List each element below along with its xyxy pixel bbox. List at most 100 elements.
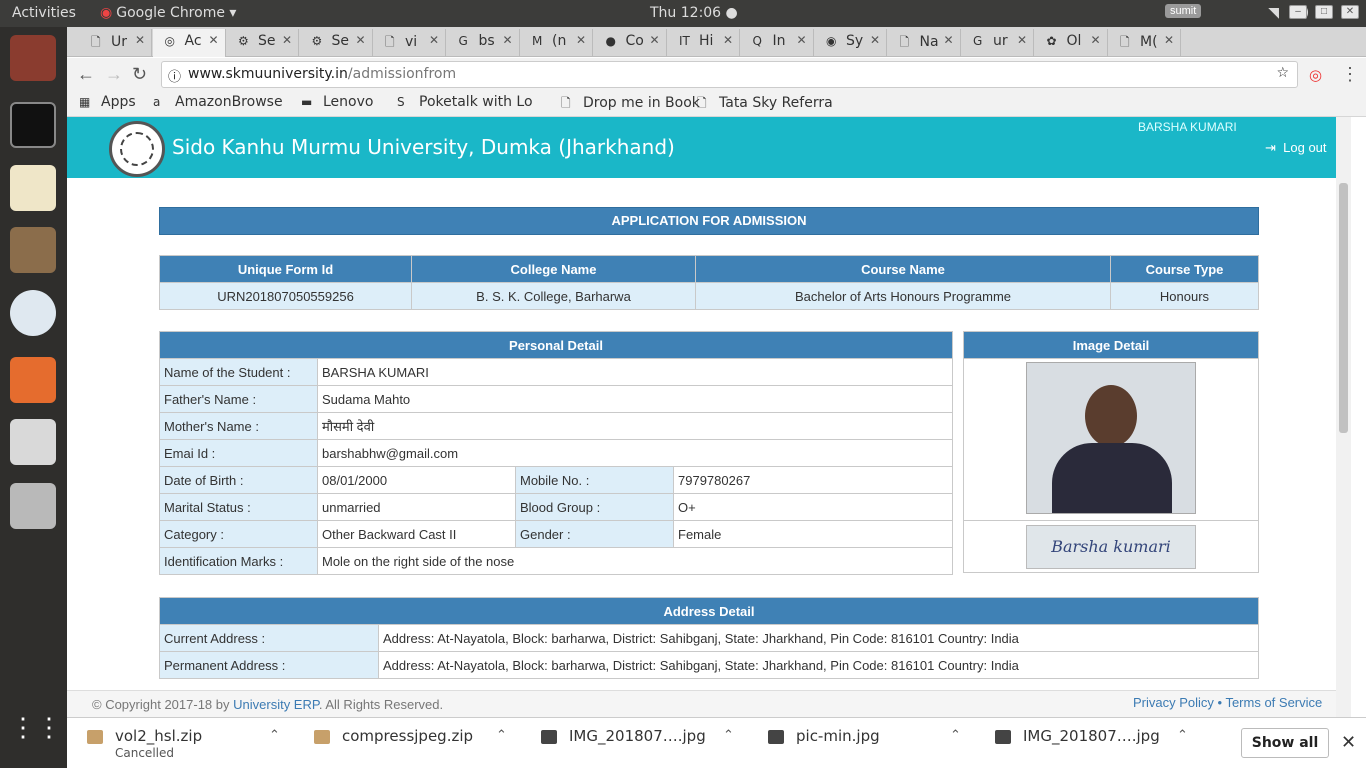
download-filename: compressjpeg.zip: [342, 727, 474, 745]
browser-tab[interactable]: ◉ Sy ✕: [814, 29, 887, 57]
address-bar[interactable]: ⓘ www.skmuuniversity.in/admissionfrom ☆: [161, 61, 1298, 88]
forward-arrow-icon[interactable]: →: [105, 64, 123, 85]
tab-close-icon[interactable]: ✕: [429, 33, 439, 47]
web-page: Sido Kanhu Murmu University, Dumka (Jhar…: [67, 117, 1351, 717]
minimize-button[interactable]: –: [1289, 5, 1307, 19]
reload-icon[interactable]: ↻: [132, 64, 147, 85]
download-item[interactable]: compressjpeg.zip ⌃: [314, 727, 514, 762]
chevron-up-icon[interactable]: ⌃: [723, 728, 734, 743]
browser-tab[interactable]: 🗋 M(✕: [1108, 29, 1181, 57]
tab-favicon-icon: IT: [679, 34, 690, 48]
browser-tab[interactable]: ⚙ Se ✕: [300, 29, 373, 57]
chevron-up-icon[interactable]: ⌃: [950, 728, 961, 743]
terminal-icon[interactable]: [10, 102, 56, 148]
identification-marks-value: Mole on the right side of the nose: [317, 547, 953, 575]
bookmark-item[interactable]: ▬ Lenovo: [301, 94, 373, 110]
download-item[interactable]: vol2_hsl.zip Cancelled ⌃: [87, 727, 287, 762]
download-item[interactable]: IMG_201807….jpg ⌃: [995, 727, 1195, 762]
app-menu-label: Google Chrome ▾: [116, 5, 237, 21]
college-value: B. S. K. College, Barharwa: [411, 282, 696, 310]
tab-close-icon[interactable]: ✕: [1164, 33, 1174, 47]
tab-title: Se: [331, 33, 350, 49]
browser-tab[interactable]: Gur ✕: [961, 29, 1034, 57]
copyright-text: © Copyright 2017-18 by University ERP. A…: [92, 697, 443, 712]
activities-button[interactable]: Activities: [12, 5, 76, 21]
chevron-up-icon[interactable]: ⌃: [1177, 728, 1188, 743]
field-label: Gender :: [515, 520, 674, 548]
bookmark-item[interactable]: ▦ Apps: [79, 94, 136, 110]
chrome-menu-icon[interactable]: ⋮: [1341, 64, 1359, 85]
bookmark-item[interactable]: S Poketalk with Lo: [397, 94, 533, 110]
file-icon: [87, 730, 103, 744]
admission-title: APPLICATION FOR ADMISSION: [159, 207, 1259, 235]
browser-tab[interactable]: ✿ Ol ✕: [1035, 29, 1108, 57]
logout-icon: ⇥: [1265, 140, 1276, 155]
page-scrollbar[interactable]: [1336, 117, 1351, 717]
tab-title: Ac: [184, 33, 202, 49]
tab-close-icon[interactable]: ✕: [576, 33, 586, 47]
tab-close-icon[interactable]: ✕: [1090, 33, 1100, 47]
logged-in-user[interactable]: BARSHA KUMARI: [1138, 120, 1237, 134]
browser-tab[interactable]: 🗋 Ur ✕: [79, 29, 152, 57]
tab-close-icon[interactable]: ✕: [135, 33, 145, 47]
tab-close-icon[interactable]: ✕: [943, 33, 953, 47]
browser-tab[interactable]: M (n ✕: [520, 29, 593, 57]
chevron-up-icon[interactable]: ⌃: [269, 728, 280, 743]
tab-close-icon[interactable]: ✕: [1017, 33, 1027, 47]
chrome-launcher-icon[interactable]: [10, 290, 56, 336]
close-downloads-icon[interactable]: ✕: [1341, 732, 1356, 753]
logout-link[interactable]: ⇥ Log out: [1265, 140, 1327, 156]
system-tray[interactable]: ◥◀)▮▾: [1268, 5, 1352, 21]
browser-tab[interactable]: 🗋 Na ✕: [888, 29, 961, 57]
browser-tab[interactable]: ● Co ✕: [594, 29, 667, 57]
info-icon[interactable]: ⓘ: [168, 66, 181, 85]
tab-close-icon[interactable]: ✕: [502, 33, 512, 47]
close-window-button[interactable]: ✕: [1341, 5, 1359, 19]
footer-links[interactable]: Privacy Policy • Terms of Service: [1133, 695, 1322, 710]
bookmark-label: Poketalk with Lo: [419, 94, 533, 110]
tab-title: vi: [405, 34, 418, 50]
scrollbar-thumb[interactable]: [1339, 183, 1348, 433]
download-item[interactable]: pic-min.jpg ⌃: [768, 727, 968, 762]
tab-close-icon[interactable]: ✕: [796, 33, 806, 47]
bookmark-star-icon[interactable]: ☆: [1276, 65, 1289, 81]
chevron-up-icon[interactable]: ⌃: [496, 728, 507, 743]
student-photo: [1026, 362, 1196, 514]
profile-user-badge[interactable]: sumit: [1165, 4, 1202, 18]
extension-icon[interactable]: ◎: [1309, 66, 1322, 84]
system-settings-icon[interactable]: [10, 35, 56, 81]
tab-close-icon[interactable]: ✕: [870, 33, 880, 47]
archive-manager-icon[interactable]: [10, 483, 56, 529]
tab-close-icon[interactable]: ✕: [723, 33, 733, 47]
back-arrow-icon[interactable]: ←: [77, 64, 95, 85]
father-name: Sudama Mahto: [317, 385, 953, 413]
tab-close-icon[interactable]: ✕: [649, 33, 659, 47]
field-label: Mobile No. :: [515, 466, 674, 494]
browser-tab[interactable]: Gbs ✕: [447, 29, 520, 57]
browser-tab[interactable]: Q In ✕: [741, 29, 814, 57]
bookmark-item[interactable]: 🗋 Tata Sky Referra: [697, 94, 833, 115]
browser-tab[interactable]: ⚙ Se ✕: [226, 29, 299, 57]
browser-tab[interactable]: ◎ Ac ✕: [152, 29, 226, 57]
software-center-icon[interactable]: [10, 357, 56, 403]
tab-close-icon[interactable]: ✕: [282, 33, 292, 47]
show-all-downloads-button[interactable]: Show all: [1241, 728, 1329, 758]
maximize-button[interactable]: □: [1315, 5, 1333, 19]
browser-tab[interactable]: 🗋 vi ✕: [373, 29, 446, 57]
tab-close-icon[interactable]: ✕: [355, 33, 365, 47]
erp-link[interactable]: University ERP: [233, 697, 319, 712]
show-applications-icon[interactable]: ⋮⋮: [10, 712, 62, 758]
clock[interactable]: Thu 12:06 ●: [650, 5, 738, 21]
browser-tab[interactable]: IT Hi ✕: [667, 29, 740, 57]
summary-header: Course Type: [1110, 255, 1259, 283]
download-item[interactable]: IMG_201807….jpg ⌃: [541, 727, 741, 762]
app-menu[interactable]: ◉ Google Chrome ▾: [100, 5, 236, 21]
text-editor-icon[interactable]: [10, 165, 56, 211]
tab-close-icon[interactable]: ✕: [208, 33, 218, 47]
site-footer: © Copyright 2017-18 by University ERP. A…: [67, 690, 1351, 717]
field-label: Identification Marks :: [159, 547, 318, 575]
bookmark-item[interactable]: a AmazonBrowse: [153, 94, 283, 110]
media-player-icon[interactable]: [10, 419, 56, 465]
bookmark-item[interactable]: 🗋 Drop me in Book: [561, 94, 700, 115]
file-manager-icon[interactable]: [10, 227, 56, 273]
